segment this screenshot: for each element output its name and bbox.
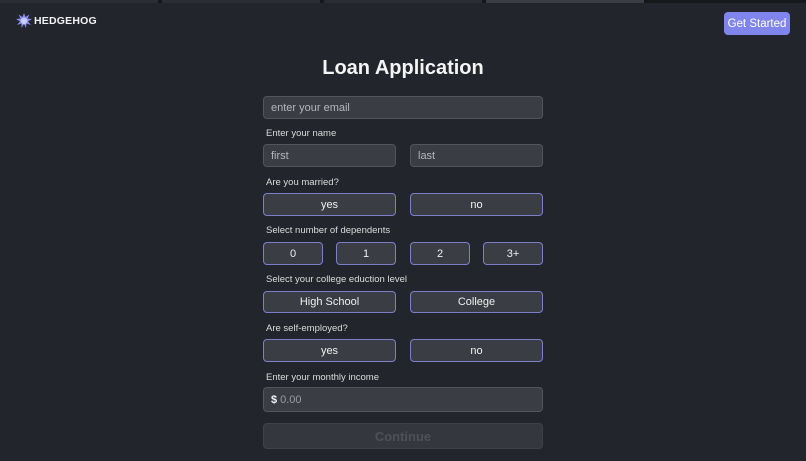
page-title: Loan Application xyxy=(322,57,484,79)
married-no-button[interactable]: no xyxy=(410,193,543,216)
education-college-button[interactable]: College xyxy=(410,291,543,313)
brand-logo[interactable]: HEDGEHOG xyxy=(16,13,97,29)
dependents-0-button[interactable]: 0 xyxy=(263,242,323,265)
first-name-input[interactable] xyxy=(263,144,396,167)
income-field: $ xyxy=(263,387,543,412)
header: HEDGEHOG Get Started xyxy=(0,3,806,43)
continue-button[interactable]: Continue xyxy=(263,423,543,449)
self-employed-label: Are self-employed? xyxy=(266,323,348,334)
last-name-input[interactable] xyxy=(410,144,543,167)
name-label: Enter your name xyxy=(266,128,337,139)
dependents-label: Select number of dependents xyxy=(266,225,391,236)
self-employed-no-button[interactable]: no xyxy=(410,339,543,362)
email-input[interactable] xyxy=(263,96,543,119)
education-high-school-button[interactable]: High School xyxy=(263,291,396,313)
get-started-button[interactable]: Get Started xyxy=(724,12,790,35)
hedgehog-logo-icon xyxy=(16,13,32,29)
currency-symbol: $ xyxy=(271,393,278,406)
education-label: Select your college eduction level xyxy=(266,274,408,285)
married-yes-button[interactable]: yes xyxy=(263,193,396,216)
income-label: Enter your monthly income xyxy=(266,372,379,383)
income-input[interactable] xyxy=(280,393,542,406)
brand-name: HEDGEHOG xyxy=(34,15,97,27)
married-label: Are you married? xyxy=(266,177,339,188)
dependents-2-button[interactable]: 2 xyxy=(410,242,470,265)
self-employed-yes-button[interactable]: yes xyxy=(263,339,396,362)
dependents-1-button[interactable]: 1 xyxy=(336,242,396,265)
dependents-3plus-button[interactable]: 3+ xyxy=(483,242,543,265)
